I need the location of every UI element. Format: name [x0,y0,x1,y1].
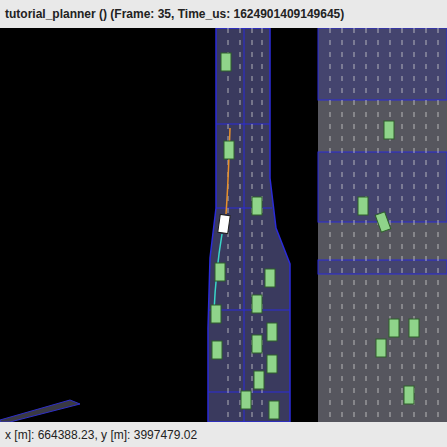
agent-vehicle[interactable] [376,339,386,357]
lane-marking [240,28,241,422]
vehicle[interactable] [409,319,419,337]
agent-vehicle[interactable] [252,335,262,353]
vehicle[interactable] [267,323,277,341]
vehicle[interactable] [265,269,275,287]
lane-marking [366,28,367,422]
map-svg[interactable] [0,28,447,422]
vehicle[interactable] [376,339,386,357]
agent-vehicle[interactable] [384,121,394,139]
agent-vehicle[interactable] [404,386,414,404]
left-road [208,28,290,422]
vehicle[interactable] [269,401,279,419]
agent-vehicle[interactable] [252,197,262,215]
lane-zone [318,152,447,222]
planner-viewer: tutorial_planner () (Frame: 35, Time_us:… [0,0,447,447]
vehicle[interactable] [404,386,414,404]
lane-marking [438,28,439,422]
lane-divider [244,28,245,422]
agent-vehicle[interactable] [375,212,391,232]
map-canvas[interactable] [0,28,447,422]
lane-marking [252,28,253,422]
lane-marking [414,28,415,422]
title: tutorial_planner () (Frame: 35, Time_us:… [5,7,344,21]
lane-marking [354,28,355,422]
agent-vehicle[interactable] [267,355,277,373]
lane-zone [318,28,447,100]
vehicle[interactable] [358,197,368,215]
agent-vehicle[interactable] [269,401,279,419]
vehicle[interactable] [252,335,262,353]
lane-zone [318,260,447,274]
status-bar: x [m]: 664388.23, y [m]: 3997479.02 [0,422,447,447]
vehicle[interactable] [389,319,399,337]
vehicle[interactable] [241,391,251,409]
vehicle[interactable] [218,214,230,233]
vehicle[interactable] [254,371,264,389]
agent-vehicle[interactable] [267,323,277,341]
lane-marking [330,28,331,422]
title-bar: tutorial_planner () (Frame: 35, Time_us:… [0,0,447,28]
agent-vehicle[interactable] [389,319,399,337]
vehicle[interactable] [211,305,221,323]
vehicle[interactable] [384,121,394,139]
agent-vehicle[interactable] [215,263,225,281]
agent-vehicle[interactable] [211,305,221,323]
vehicle[interactable] [375,212,391,232]
vehicle[interactable] [221,53,231,71]
agent-vehicle[interactable] [221,53,231,71]
lane-marking [402,28,403,422]
agent-vehicle[interactable] [241,391,251,409]
vehicle[interactable] [224,141,234,159]
agent-vehicle[interactable] [224,141,234,159]
agent-vehicle[interactable] [212,341,222,359]
right-road [318,28,447,422]
agent-vehicle[interactable] [254,371,264,389]
vehicle[interactable] [252,295,262,313]
cursor-coordinates: x [m]: 664388.23, y [m]: 3997479.02 [5,428,197,442]
ego-vehicle[interactable] [218,214,230,233]
agent-vehicle[interactable] [409,319,419,337]
side-road [0,400,80,422]
background [0,28,447,422]
agent-vehicle[interactable] [358,197,368,215]
vehicle[interactable] [215,263,225,281]
lane-marking [426,28,427,422]
lane-marking [262,28,263,422]
lane-marking [342,28,343,422]
lane-border [216,208,272,209]
vehicle[interactable] [212,341,222,359]
vehicle[interactable] [267,355,277,373]
agent-vehicle[interactable] [265,269,275,287]
agent-vehicle[interactable] [252,295,262,313]
vehicle[interactable] [252,197,262,215]
